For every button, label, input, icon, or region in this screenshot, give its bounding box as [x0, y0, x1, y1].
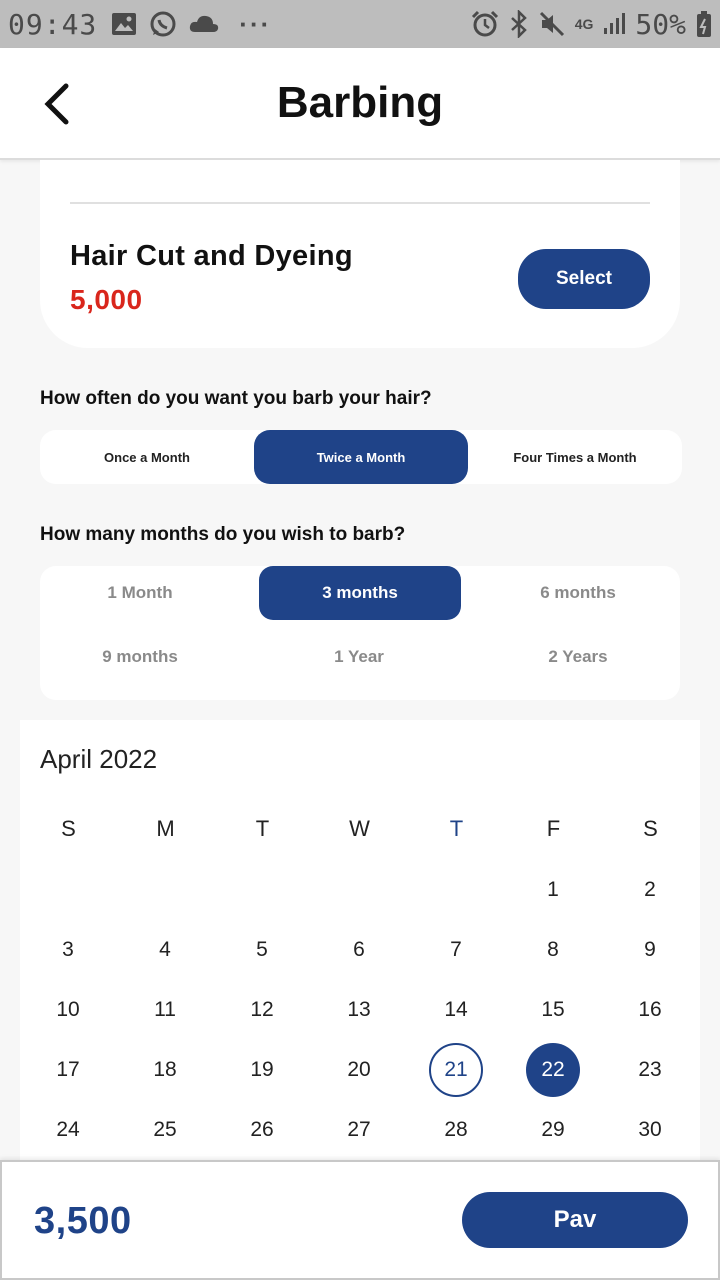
calendar-day[interactable]: 16: [623, 983, 677, 1037]
calendar-day[interactable]: 28: [429, 1103, 483, 1157]
calendar-day[interactable]: 14: [429, 983, 483, 1037]
status-time: 09:43: [8, 7, 98, 41]
calendar-day[interactable]: 26: [235, 1103, 289, 1157]
calendar-day[interactable]: 25: [138, 1103, 192, 1157]
frequency-selector: Once a Month Twice a Month Four Times a …: [40, 430, 682, 484]
weekday-header: S: [643, 816, 658, 841]
checkout-bar: 3,500 Pav: [0, 1160, 720, 1280]
cloud-icon: [189, 14, 219, 34]
duration-selector: 1 Month 3 months 6 months 9 months 1 Yea…: [40, 566, 680, 700]
bluetooth-icon: [509, 10, 529, 38]
weekday-header: W: [349, 816, 370, 841]
calendar-day[interactable]: 22: [526, 1043, 580, 1097]
service-price: 5,000: [70, 284, 143, 315]
calendar-day[interactable]: 13: [332, 983, 386, 1037]
duration-option-6-months[interactable]: 6 months: [477, 566, 679, 620]
calendar-day[interactable]: 27: [332, 1103, 386, 1157]
service-card: Hair Cut and Dyeing 5,000 Select: [40, 160, 680, 348]
signal-icon: [603, 12, 626, 36]
pay-button[interactable]: Pav: [462, 1192, 688, 1248]
select-button[interactable]: Select: [518, 249, 650, 309]
network-type: 4G: [574, 16, 594, 32]
service-name: Hair Cut and Dyeing: [70, 240, 353, 272]
calendar: April 2022 S M T W T F S 1 2 3 4 5 6 7 8 9 10 11 12 13 14 15 1…: [20, 720, 700, 1160]
calendar-day[interactable]: 4: [138, 923, 192, 977]
calendar-day[interactable]: 7: [429, 923, 483, 977]
weekday-header: T: [255, 816, 270, 841]
duration-question: How many months do you wish to barb?: [40, 524, 406, 545]
whatsapp-icon: [149, 10, 177, 38]
battery-percent: 50%: [635, 7, 686, 41]
total-amount: 3,500: [34, 1200, 132, 1242]
calendar-day[interactable]: 18: [138, 1043, 192, 1097]
calendar-month-label: April 2022: [40, 744, 158, 774]
calendar-day[interactable]: 6: [332, 923, 386, 977]
frequency-option-twice[interactable]: Twice a Month: [254, 430, 468, 484]
calendar-day[interactable]: 17: [41, 1043, 95, 1097]
duration-option-1-year[interactable]: 1 Year: [258, 630, 460, 684]
calendar-day[interactable]: 3: [41, 923, 95, 977]
weekday-header: F: [546, 816, 561, 841]
mute-icon: [539, 11, 565, 37]
calendar-day[interactable]: 29: [526, 1103, 580, 1157]
calendar-day[interactable]: 21: [429, 1043, 483, 1097]
calendar-day[interactable]: 10: [41, 983, 95, 1037]
calendar-day[interactable]: 24: [41, 1103, 95, 1157]
calendar-day[interactable]: 11: [138, 983, 192, 1037]
alarm-icon: [471, 10, 499, 38]
duration-option-9-months[interactable]: 9 months: [39, 630, 241, 684]
calendar-day[interactable]: 30: [623, 1103, 677, 1157]
frequency-option-four[interactable]: Four Times a Month: [468, 430, 682, 484]
calendar-day[interactable]: 2: [623, 863, 677, 917]
calendar-day[interactable]: 20: [332, 1043, 386, 1097]
calendar-day[interactable]: 5: [235, 923, 289, 977]
weekday-header: T: [449, 816, 464, 841]
calendar-day[interactable]: 8: [526, 923, 580, 977]
duration-option-3-months[interactable]: 3 months: [259, 566, 461, 620]
duration-option-1-month[interactable]: 1 Month: [39, 566, 241, 620]
app-header: Barbing: [0, 48, 720, 160]
calendar-day[interactable]: 19: [235, 1043, 289, 1097]
battery-icon: [696, 10, 712, 38]
calendar-day[interactable]: 12: [235, 983, 289, 1037]
page-title: Barbing: [276, 78, 444, 127]
calendar-day[interactable]: 23: [623, 1043, 677, 1097]
divider: [70, 202, 650, 204]
status-bar: 09:43 ··· 4G 50%: [0, 0, 720, 48]
weekday-header: M: [156, 816, 175, 841]
frequency-option-once[interactable]: Once a Month: [40, 430, 254, 484]
more-dots: ···: [239, 8, 272, 39]
gallery-icon: [111, 12, 137, 36]
calendar-day[interactable]: 15: [526, 983, 580, 1037]
calendar-day[interactable]: 9: [623, 923, 677, 977]
weekday-header: S: [61, 816, 76, 841]
frequency-question: How often do you want you barb your hair…: [40, 388, 432, 409]
calendar-day[interactable]: 1: [526, 863, 580, 917]
duration-option-2-years[interactable]: 2 Years: [477, 630, 679, 684]
